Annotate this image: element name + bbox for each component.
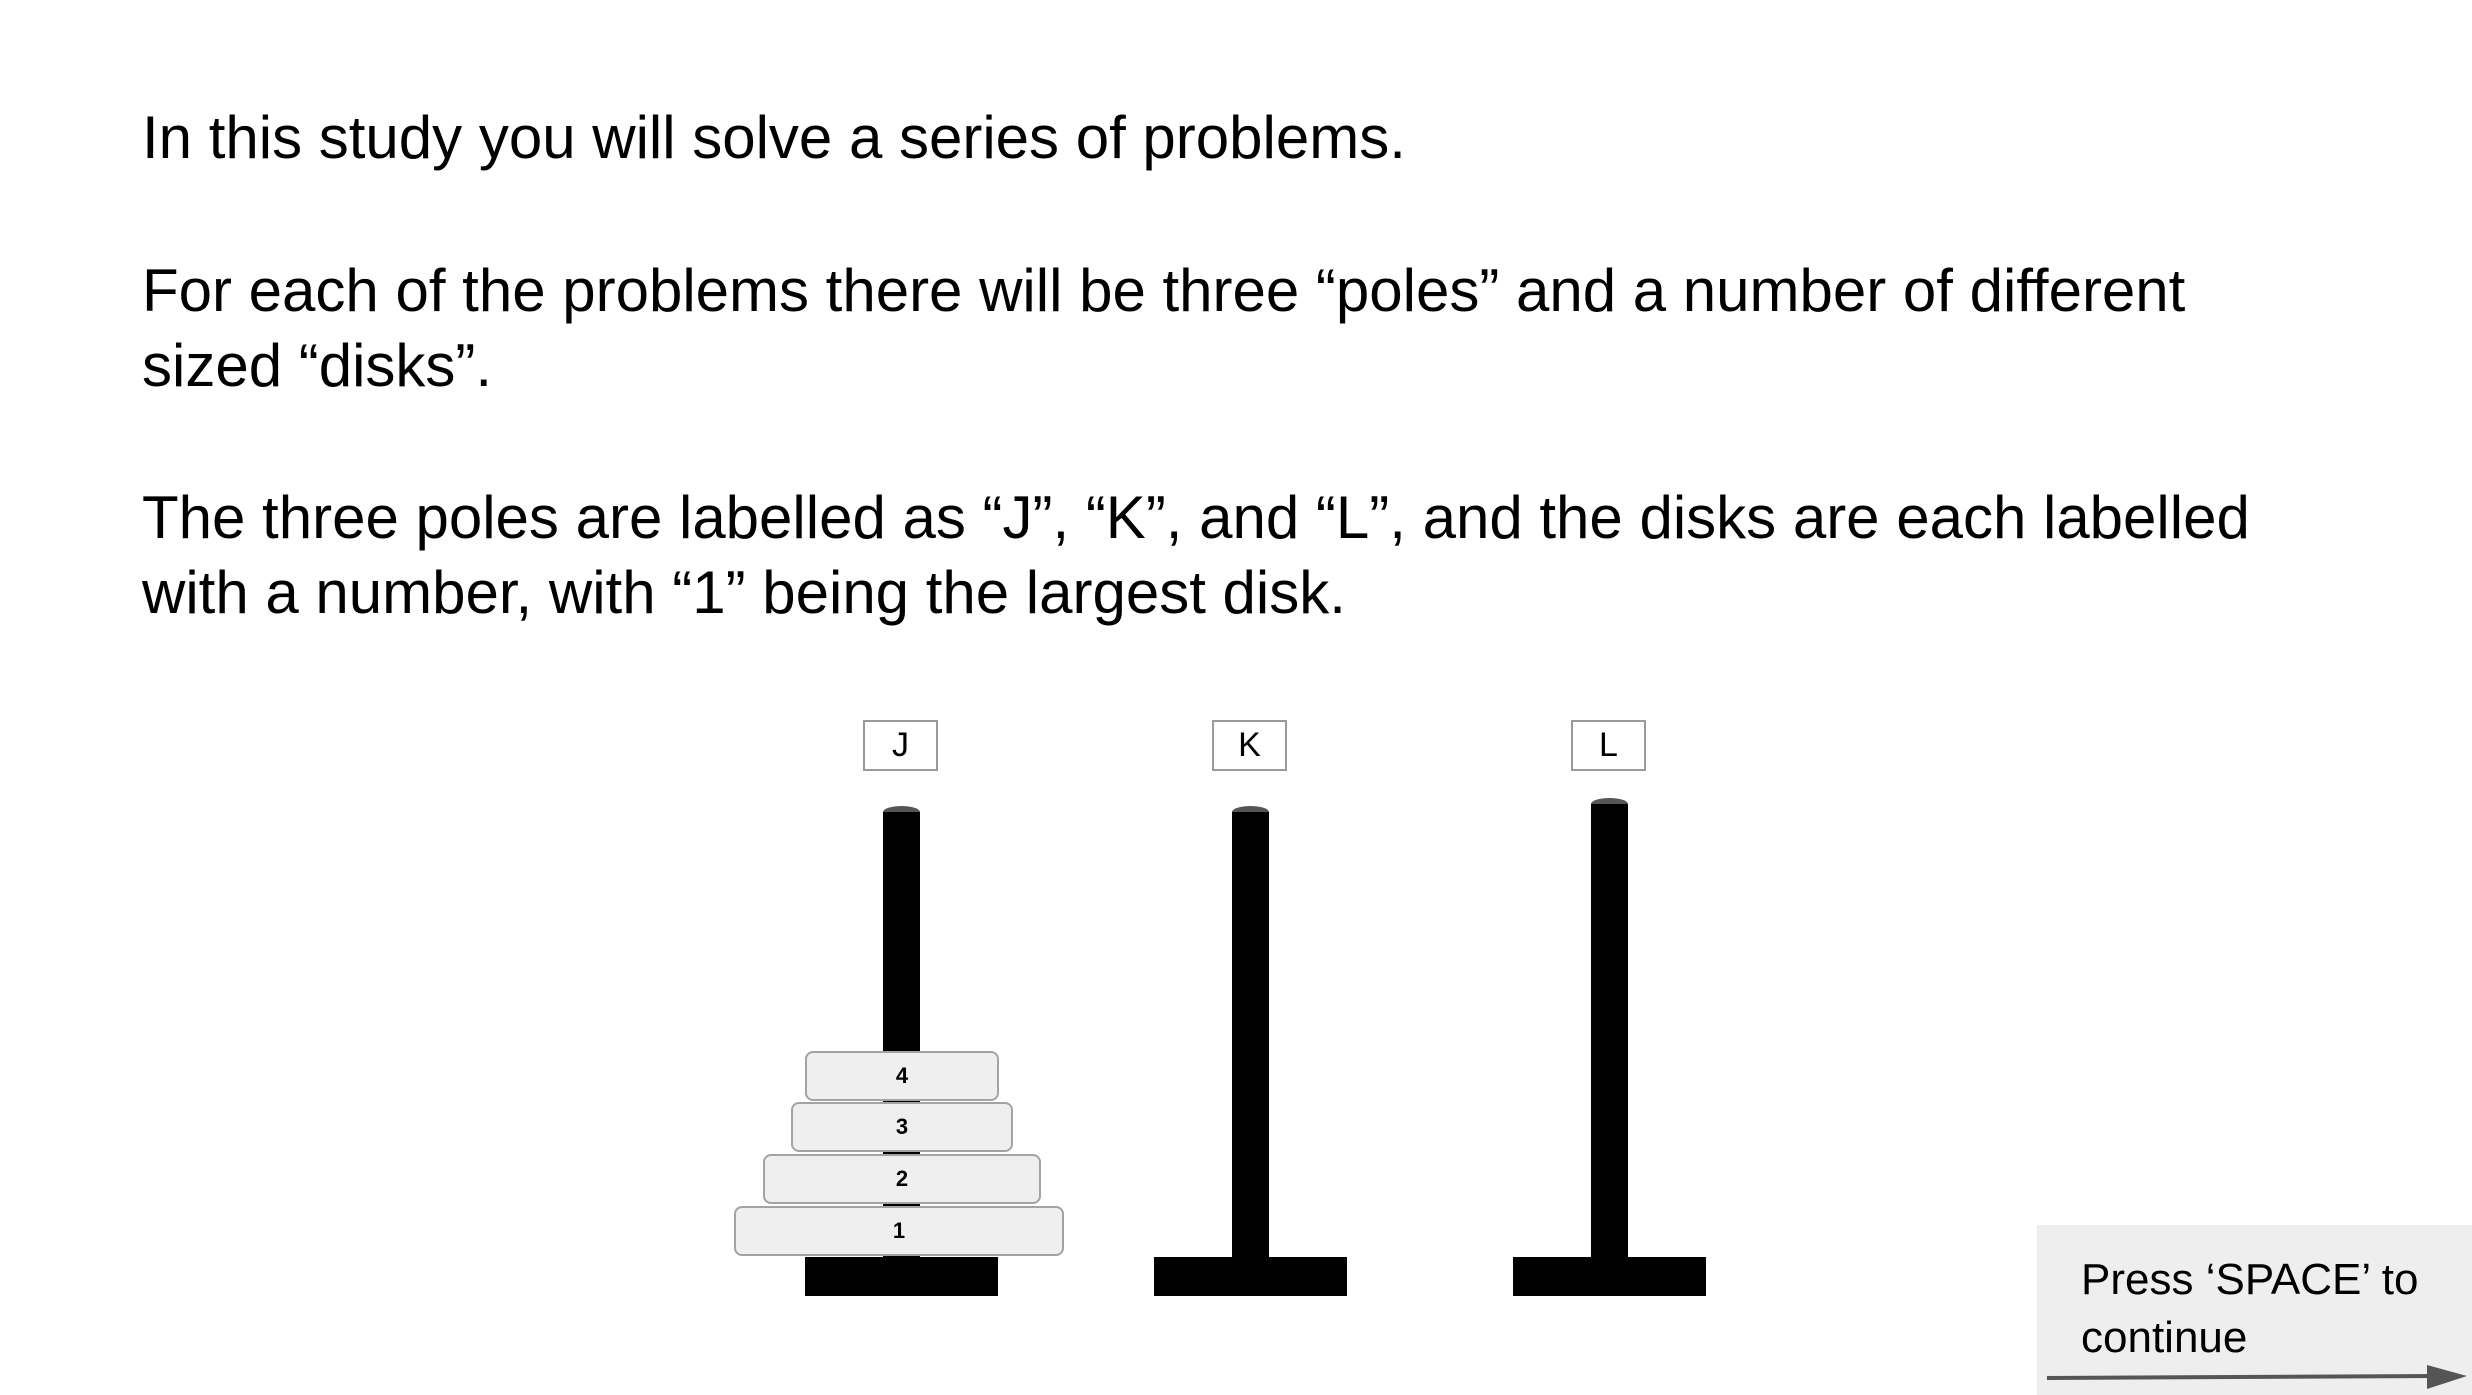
disk-3[interactable]: 3 xyxy=(791,1102,1013,1152)
pole-rod-l xyxy=(1591,804,1628,1262)
instruction-text: The three poles are labelled as “J”, “K”… xyxy=(142,484,2250,551)
arrow-right-icon xyxy=(2047,1365,2467,1389)
instruction-text: In this study you will solve a series of… xyxy=(142,104,1406,171)
pole-label-l: L xyxy=(1571,720,1646,771)
instruction-paragraph-2: For each of the problems there will be t… xyxy=(142,253,2185,403)
instruction-paragraph-1: In this study you will solve a series of… xyxy=(142,100,1406,175)
pole-base-k xyxy=(1154,1257,1347,1296)
instruction-text: sized “disks”. xyxy=(142,332,493,399)
instruction-text: with a number, with “1” being the larges… xyxy=(142,559,1346,626)
pole-base-j xyxy=(805,1257,998,1296)
instruction-paragraph-3: The three poles are labelled as “J”, “K”… xyxy=(142,480,2250,630)
pole-base-l xyxy=(1513,1257,1706,1296)
disk-2[interactable]: 2 xyxy=(763,1154,1041,1204)
disk-4[interactable]: 4 xyxy=(805,1051,999,1101)
instruction-text: For each of the problems there will be t… xyxy=(142,257,2186,324)
pole-rod-k xyxy=(1232,812,1269,1262)
pole-label-j: J xyxy=(863,720,938,771)
pole-label-k: K xyxy=(1212,720,1287,771)
disk-1[interactable]: 1 xyxy=(734,1206,1064,1256)
continue-text: Press ‘SPACE’ to continue xyxy=(2081,1255,2419,1362)
continue-prompt[interactable]: Press ‘SPACE’ to continue xyxy=(2037,1225,2472,1395)
